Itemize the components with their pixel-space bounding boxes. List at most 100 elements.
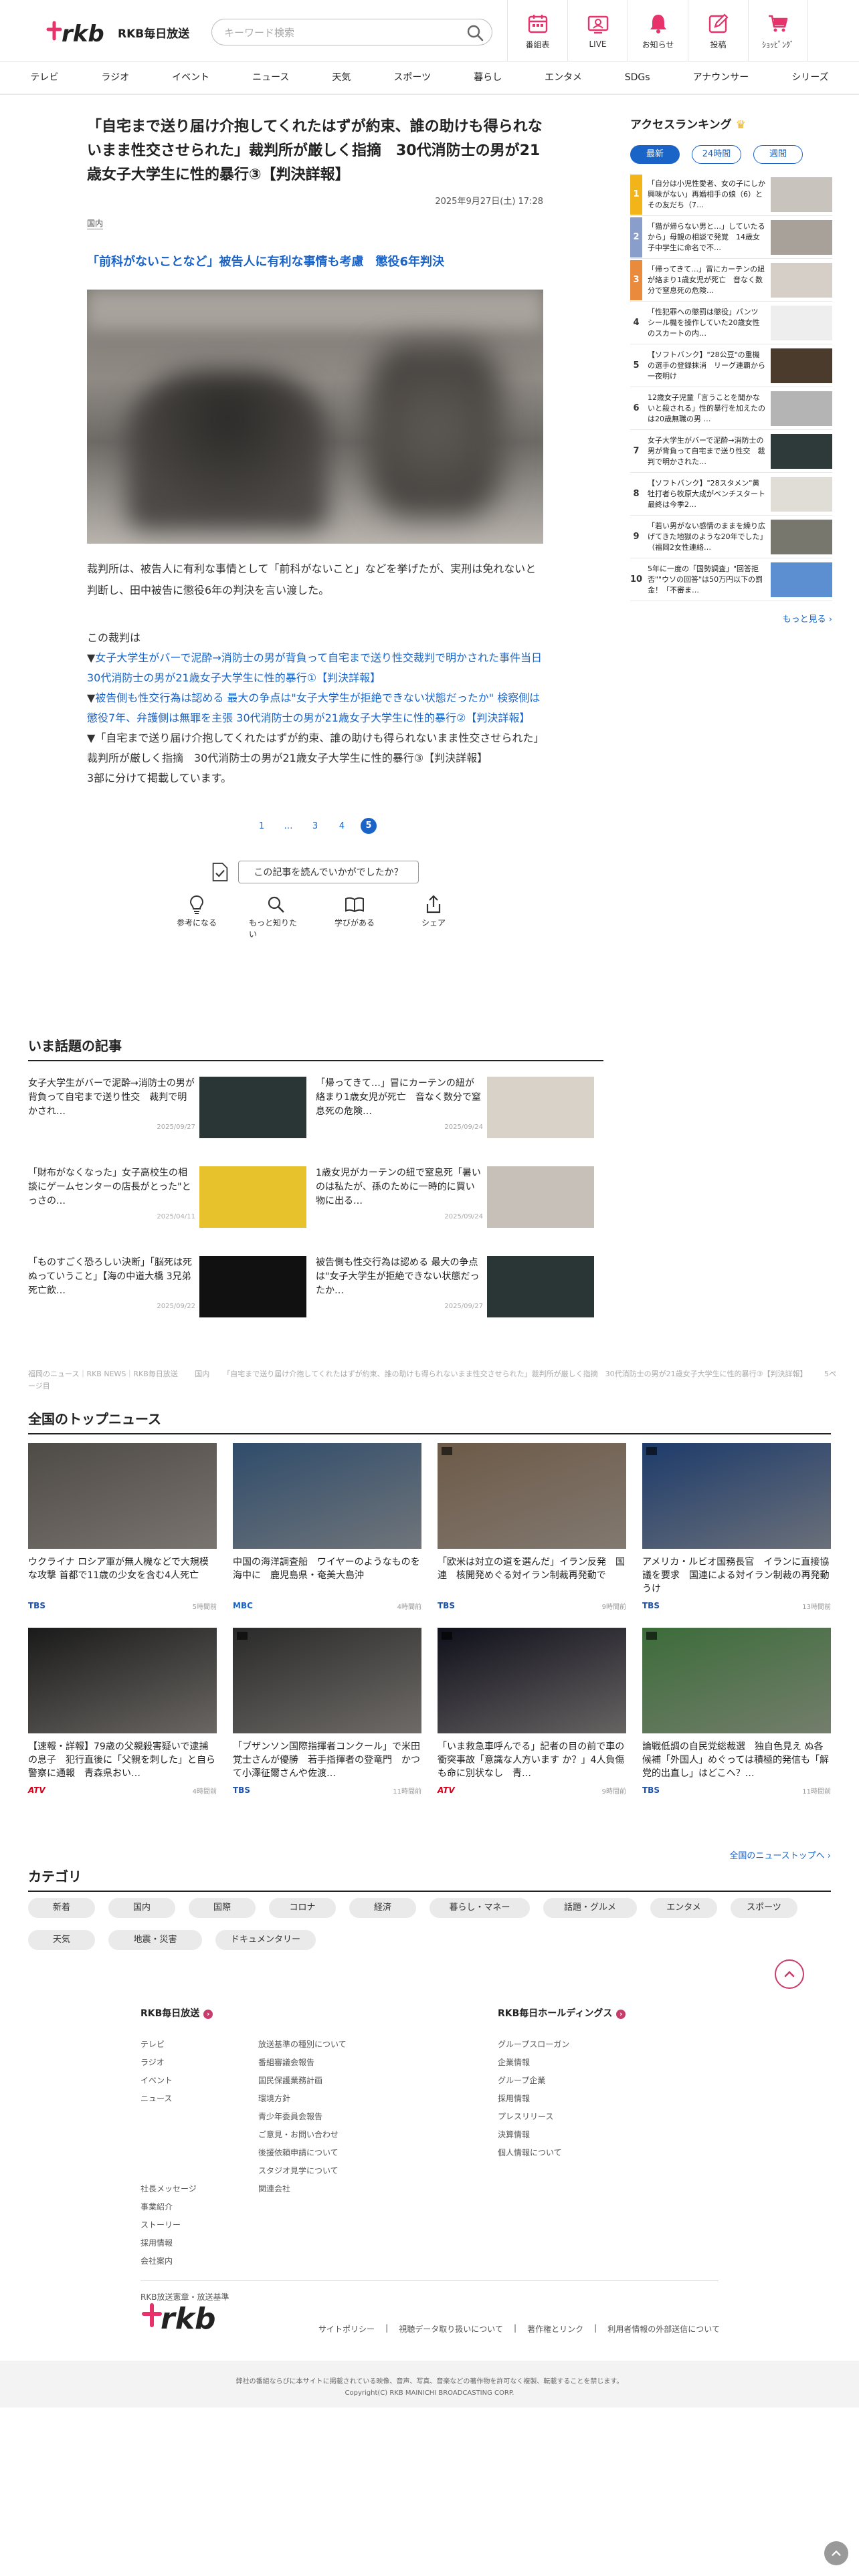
- topical-item[interactable]: 1歳女児がカーテンの紐で窒息死「暑いのは私たが、孫のために一時的に買い物に出る……: [316, 1166, 603, 1230]
- footer-link[interactable]: 関連会社: [258, 2180, 419, 2198]
- breadcrumb[interactable]: 福岡のニュース｜RKB NEWS｜RKB毎日放送 国内 「自宅まで送り届け介抱し…: [28, 1368, 838, 1392]
- page-link[interactable]: 4: [328, 821, 355, 831]
- footer-link[interactable]: 後援依頼申請について: [258, 2144, 419, 2162]
- category-chip[interactable]: 経済: [349, 1898, 416, 1918]
- scroll-top-button[interactable]: [775, 1959, 804, 1989]
- catnav-item[interactable]: 天気: [310, 62, 372, 94]
- category-chip[interactable]: 暮らし・マネー: [430, 1898, 530, 1918]
- national-item[interactable]: 論戦低調の自民党総裁選 独自色見え ぬ各候補「外国人」めぐっては積極的発信も「解…: [642, 1628, 831, 1796]
- category-chip[interactable]: 国際: [189, 1898, 256, 1918]
- footer-link[interactable]: 環境方針: [258, 2090, 419, 2108]
- footer-link[interactable]: 会社案内: [140, 2252, 254, 2270]
- footer-bottom-link[interactable]: 視聴データ取り扱いについて: [399, 2323, 503, 2335]
- page-link[interactable]: …: [275, 821, 302, 831]
- footer-link[interactable]: スタジオ見学について: [258, 2162, 419, 2180]
- category-chip[interactable]: コロナ: [269, 1898, 336, 1918]
- category-chip[interactable]: エンタメ: [650, 1898, 717, 1918]
- footer-link[interactable]: イベント: [140, 2072, 254, 2090]
- catnav-item[interactable]: テレビ: [9, 62, 80, 94]
- catnav-item[interactable]: SDGs: [603, 62, 672, 94]
- footer-col1-title[interactable]: RKB毎日放送: [140, 2006, 475, 2020]
- footer-link[interactable]: 企業情報: [498, 2054, 698, 2072]
- footer-bottom-link[interactable]: サイトポリシー: [318, 2323, 375, 2335]
- page-top-button[interactable]: [824, 2541, 848, 2565]
- footer-link[interactable]: ニュース: [140, 2090, 254, 2108]
- national-item[interactable]: 「欧米は対立の道を選んだ」イラン反発 国連 核開発めぐる対イラン制裁再発動で TB…: [438, 1443, 626, 1611]
- search-input[interactable]: [224, 25, 445, 41]
- footer-link[interactable]: 番組審議会報告: [258, 2054, 419, 2072]
- ranking-item[interactable]: 6 12歳女子児童「言うことを聞かないと殺される」性的暴行を加えたのは20歳無職の…: [630, 387, 832, 430]
- series-link[interactable]: 女子大学生がバーで泥酔→消防士の男が背負って自宅まで送り性交裁判で明かされた事件…: [87, 651, 553, 684]
- catnav-item[interactable]: イベント: [151, 62, 231, 94]
- national-more-link[interactable]: 全国のニューストップへ ›: [669, 1848, 831, 1861]
- category-chip[interactable]: 新着: [28, 1898, 95, 1918]
- ranking-item[interactable]: 1 「自分は小児性愛者、女の子にしか興味がない」再婚相手の娘（6）とその友だち（7…: [630, 173, 832, 216]
- national-item[interactable]: 【速報・詳報】79歳の父親殺害疑いで逮捕の息子 犯行直後に「父親を刺した」と自ら…: [28, 1628, 217, 1796]
- footer-link[interactable]: 個人情報について: [498, 2144, 698, 2162]
- category-chip[interactable]: スポーツ: [731, 1898, 797, 1918]
- ranking-item[interactable]: 7 女子大学生がバーで泥酔→消防士の男が背負って自宅まで送り性交 裁判で明かされた…: [630, 430, 832, 473]
- catnav-item[interactable]: ニュース: [231, 62, 310, 94]
- article-genre[interactable]: 国内: [87, 217, 104, 229]
- category-chip[interactable]: 話題・グルメ: [543, 1898, 637, 1918]
- ranking-item[interactable]: 9 「若い男がない感情のままを繰り広げてきた地獄のような20年でした」（福岡2女性…: [630, 516, 832, 558]
- footer-link[interactable]: ストーリー: [140, 2216, 254, 2234]
- nav-live[interactable]: LIVE: [567, 0, 628, 62]
- footer-col2-title[interactable]: RKB毎日ホールディングス: [498, 2006, 719, 2020]
- ranking-item[interactable]: 8 【ソフトバンク】"28スタメン"黄牡打者ら牧原大成がベンチスタート 最終は今季…: [630, 473, 832, 516]
- footer-link[interactable]: 決算情報: [498, 2126, 698, 2144]
- footer-link[interactable]: グループスローガン: [498, 2036, 698, 2054]
- ranking-tab[interactable]: 24時間: [692, 145, 741, 164]
- topical-item[interactable]: 「ものすごく恐ろしい決断」「脳死は死ぬっていうこと」【海の中道大橋 3兄弟死亡飲…: [28, 1256, 316, 1320]
- footer-link[interactable]: グループ企業: [498, 2072, 698, 2090]
- footer-rkb-logo[interactable]: rkb: [140, 2296, 219, 2336]
- national-item[interactable]: 「ブザンソン国際指揮者コンクール」で米田覚士さんが優勝 若手指揮者の登竜門 かつ…: [233, 1628, 421, 1796]
- ranking-item[interactable]: 5 【ソフトバンク】"28公豆"の重機の選手の登録抹消 リーグ連覇から一夜明け: [630, 344, 832, 387]
- nav-notice[interactable]: お知らせ: [628, 0, 688, 62]
- footer-link[interactable]: テレビ: [140, 2036, 254, 2054]
- catnav-item[interactable]: アナウンサー: [672, 62, 771, 94]
- national-item[interactable]: 中国の海洋調査船 ワイヤーのようなものを海中に 鹿児島県・奄美大島沖 MBC 4時間…: [233, 1443, 421, 1611]
- national-item[interactable]: ウクライナ ロシア軍が無人機などで大規模な攻撃 首都で11歳の少女を含む4人死亡…: [28, 1443, 217, 1611]
- topical-item[interactable]: 被告側も性交行為は認める 最大の争点は"女子大学生が拒絶できない状態だったか… 2…: [316, 1256, 603, 1320]
- catnav-item[interactable]: 暮らし: [452, 62, 523, 94]
- footer-link[interactable]: プレスリリース: [498, 2108, 698, 2126]
- ranking-tab[interactable]: 最新: [630, 145, 680, 164]
- category-chip[interactable]: ドキュメンタリー: [215, 1930, 316, 1950]
- page-current[interactable]: 5: [361, 818, 377, 834]
- category-chip[interactable]: 国内: [108, 1898, 175, 1918]
- catnav-item[interactable]: エンタメ: [523, 62, 603, 94]
- footer-link[interactable]: ご意見・お問い合わせ: [258, 2126, 419, 2144]
- footer-link[interactable]: 放送基準の種別について: [258, 2036, 419, 2054]
- catnav-item[interactable]: ラジオ: [80, 62, 151, 94]
- catnav-item[interactable]: スポーツ: [372, 62, 452, 94]
- ranking-tab[interactable]: 週間: [753, 145, 803, 164]
- footer-link[interactable]: 事業紹介: [140, 2198, 254, 2216]
- catnav-item[interactable]: シリーズ: [770, 62, 850, 94]
- ranking-item[interactable]: 4 「性犯罪への懲罰は懲役」パンツシール機を操作していた20歳女性のスカートの内…: [630, 302, 832, 344]
- footer-link[interactable]: 採用情報: [140, 2234, 254, 2252]
- reaction-button[interactable]: シェア: [407, 894, 460, 940]
- series-link[interactable]: 被告側も性交行為は認める 最大の争点は"女子大学生が拒絶できない状態だったか" …: [87, 691, 540, 724]
- category-chip[interactable]: 天気: [28, 1930, 95, 1950]
- search-icon[interactable]: [466, 24, 484, 41]
- nav-schedule[interactable]: 番組表: [507, 0, 567, 62]
- page-link[interactable]: 3: [302, 821, 328, 831]
- reaction-button[interactable]: 学びがある: [328, 894, 381, 940]
- reaction-button[interactable]: 参考になる: [170, 894, 223, 940]
- topical-item[interactable]: 「帰ってきて…」冒にカーテンの紐が絡まり1歳女児が死亡 音なく数分で窒息死の危険…: [316, 1077, 603, 1141]
- ranking-item[interactable]: 2 「猫が帰らない男と…」していたるから」母親の相談で発覚 14歳女子中学生に命名…: [630, 216, 832, 259]
- reaction-button[interactable]: もっと知りたい: [249, 894, 302, 940]
- ranking-item[interactable]: 10 5年に一度の「国勢調査」"回答拒否""ウソの回答"は50万円以下の罰金！「不…: [630, 558, 832, 601]
- footer-link[interactable]: 採用情報: [498, 2090, 698, 2108]
- footer-link[interactable]: 国民保護業務計画: [258, 2072, 419, 2090]
- station-name[interactable]: RKB毎日放送: [118, 24, 189, 41]
- ranking-more-link[interactable]: もっと見る ›: [630, 612, 832, 625]
- footer-bottom-link[interactable]: 利用者情報の外部送信について: [607, 2323, 720, 2335]
- national-item[interactable]: アメリカ・ルビオ国務長官 イランに直接協議を要求 国連による対イラン制裁の再発動…: [642, 1443, 831, 1611]
- footer-link[interactable]: 社長メッセージ: [140, 2180, 254, 2198]
- category-chip[interactable]: 地震・災害: [108, 1930, 202, 1950]
- topical-item[interactable]: 女子大学生がバーで泥酔→消防士の男が背負って自宅まで送り性交 裁判で明かされ… 2…: [28, 1077, 316, 1141]
- footer-bottom-link[interactable]: 著作権とリンク: [527, 2323, 583, 2335]
- national-item[interactable]: 「いま救急車呼んでる」記者の目の前で車の衝突事故「意識な人方います か？」4人負…: [438, 1628, 626, 1796]
